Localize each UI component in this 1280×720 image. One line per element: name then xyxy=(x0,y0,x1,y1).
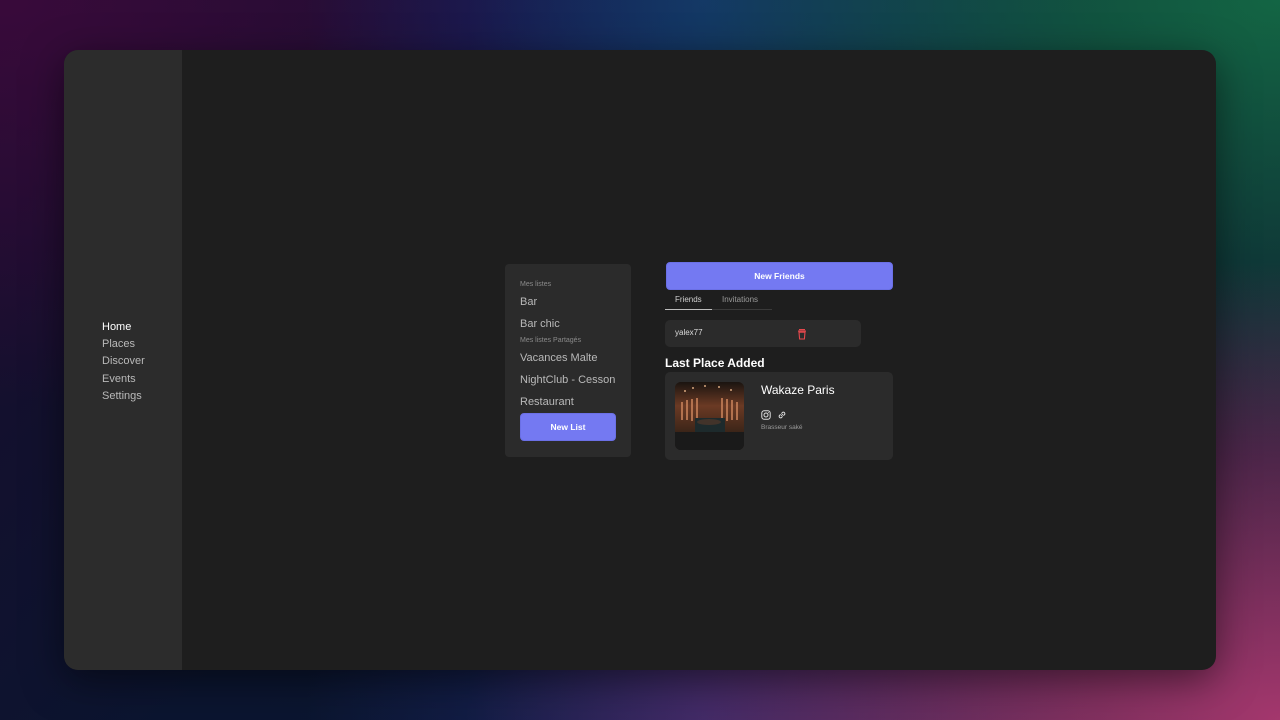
list-item-restaurant[interactable]: Restaurant xyxy=(520,396,574,408)
place-links xyxy=(761,407,787,420)
instagram-icon[interactable] xyxy=(761,407,771,420)
place-photo xyxy=(675,382,744,450)
place-card[interactable]: Wakaze Paris Brasseur saké xyxy=(665,372,893,460)
tab-invitations[interactable]: Invitations xyxy=(712,293,772,310)
link-icon[interactable] xyxy=(777,407,787,419)
my-lists-label: Mes listes xyxy=(520,281,552,288)
list-item-vacances-malte[interactable]: Vacances Malte xyxy=(520,352,597,364)
nav-item-places[interactable]: Places xyxy=(102,336,145,353)
sidebar: Home Places Discover Events Settings xyxy=(64,50,182,670)
list-item-bar-chic[interactable]: Bar chic xyxy=(520,318,560,330)
place-category: Brasseur saké xyxy=(761,424,803,431)
nav-item-home[interactable]: Home xyxy=(102,319,145,336)
shared-lists-label: Mes listes Partagés xyxy=(520,337,582,344)
friend-row: yalex77 xyxy=(665,320,861,347)
new-friends-button[interactable]: New Friends xyxy=(666,262,893,290)
nav-item-discover[interactable]: Discover xyxy=(102,353,145,370)
last-place-title: Last Place Added xyxy=(665,356,765,370)
new-list-button[interactable]: New List xyxy=(520,413,616,441)
lists-card: Mes listes Bar Bar chic Mes listes Parta… xyxy=(505,264,631,457)
nav-item-events[interactable]: Events xyxy=(102,371,145,388)
list-item-bar[interactable]: Bar xyxy=(520,296,537,308)
friends-tabs: Friends Invitations xyxy=(665,293,772,310)
place-name: Wakaze Paris xyxy=(761,383,835,397)
tab-friends[interactable]: Friends xyxy=(665,293,712,310)
friend-name: yalex77 xyxy=(675,328,703,337)
sidebar-nav: Home Places Discover Events Settings xyxy=(102,319,145,405)
trash-icon[interactable] xyxy=(797,327,807,340)
app-window: Home Places Discover Events Settings Mes… xyxy=(64,50,1216,670)
list-item-nightclub-cesson[interactable]: NightClub - Cesson xyxy=(520,374,615,386)
nav-item-settings[interactable]: Settings xyxy=(102,388,145,405)
